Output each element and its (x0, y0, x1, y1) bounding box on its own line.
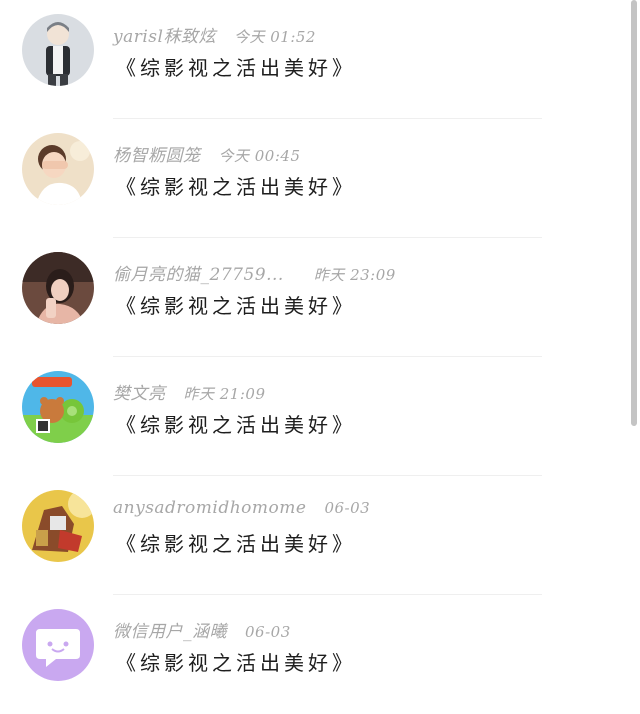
timestamp: 今天 01:52 (233, 28, 316, 46)
timestamp: 今天 00:45 (218, 147, 301, 165)
avatar[interactable] (22, 609, 94, 681)
avatar-game-character-icon (22, 490, 94, 562)
comment-meta: 偷月亮的猫_27759... 昨天 23:09 (113, 260, 396, 285)
avatar[interactable] (22, 14, 94, 86)
comment-meta: anysadromidhomome 06-03 (113, 498, 370, 522)
comment-meta: 微信用户_涵曦 06-03 (113, 617, 291, 642)
avatar[interactable] (22, 133, 94, 205)
timestamp: 06-03 (245, 623, 291, 641)
comment-meta: yarisl秣致炫 今天 01:52 (113, 22, 316, 47)
comment-item[interactable]: 樊文亮 昨天 21:09 《综影视之活出美好》 (0, 357, 628, 476)
avatar-chat-bubble-default-icon (22, 609, 94, 681)
comment-text: 《综影视之活出美好》 (116, 532, 356, 556)
avatar[interactable] (22, 490, 94, 562)
comment-text: 《综影视之活出美好》 (116, 413, 356, 437)
comment-text: 《综影视之活出美好》 (116, 651, 356, 675)
comment-item[interactable]: 偷月亮的猫_27759... 昨天 23:09 《综影视之活出美好》 (0, 238, 628, 357)
comment-text: 《综影视之活出美好》 (116, 175, 356, 199)
username[interactable]: 微信用户_涵曦 (113, 622, 227, 642)
timestamp: 昨天 23:09 (313, 266, 396, 284)
comment-item[interactable]: 杨智粝圆笼 今天 00:45 《综影视之活出美好》 (0, 119, 628, 238)
comment-text: 《综影视之活出美好》 (116, 56, 356, 80)
username[interactable]: 樊文亮 (113, 384, 166, 404)
username[interactable]: anysadromidhomome (113, 498, 306, 518)
avatar-person-covering-eyes-icon (22, 133, 94, 205)
avatar-game-bear-icon (22, 371, 94, 443)
comment-item[interactable]: anysadromidhomome 06-03 《综影视之活出美好》 (0, 476, 628, 595)
comment-item[interactable]: yarisl秣致炫 今天 01:52 《综影视之活出美好》 (0, 0, 628, 119)
timestamp: 昨天 21:09 (183, 385, 266, 403)
username[interactable]: 偷月亮的猫_27759... (113, 265, 284, 285)
timestamp: 06-03 (324, 499, 371, 517)
comment-item[interactable]: 微信用户_涵曦 06-03 《综影视之活出美好》 (0, 595, 628, 714)
scrollbar-track[interactable] (628, 0, 640, 696)
comment-meta: 杨智粝圆笼 今天 00:45 (113, 141, 301, 166)
username[interactable]: 杨智粝圆笼 (113, 146, 201, 166)
scrollbar-thumb[interactable] (631, 0, 637, 426)
avatar[interactable] (22, 371, 94, 443)
avatar-girl-photo-icon (22, 252, 94, 324)
comment-meta: 樊文亮 昨天 21:09 (113, 379, 266, 404)
username[interactable]: yarisl秣致炫 (113, 27, 216, 47)
avatar[interactable] (22, 252, 94, 324)
comment-text: 《综影视之活出美好》 (116, 294, 356, 318)
avatar-boy-illustration-icon (22, 14, 94, 86)
